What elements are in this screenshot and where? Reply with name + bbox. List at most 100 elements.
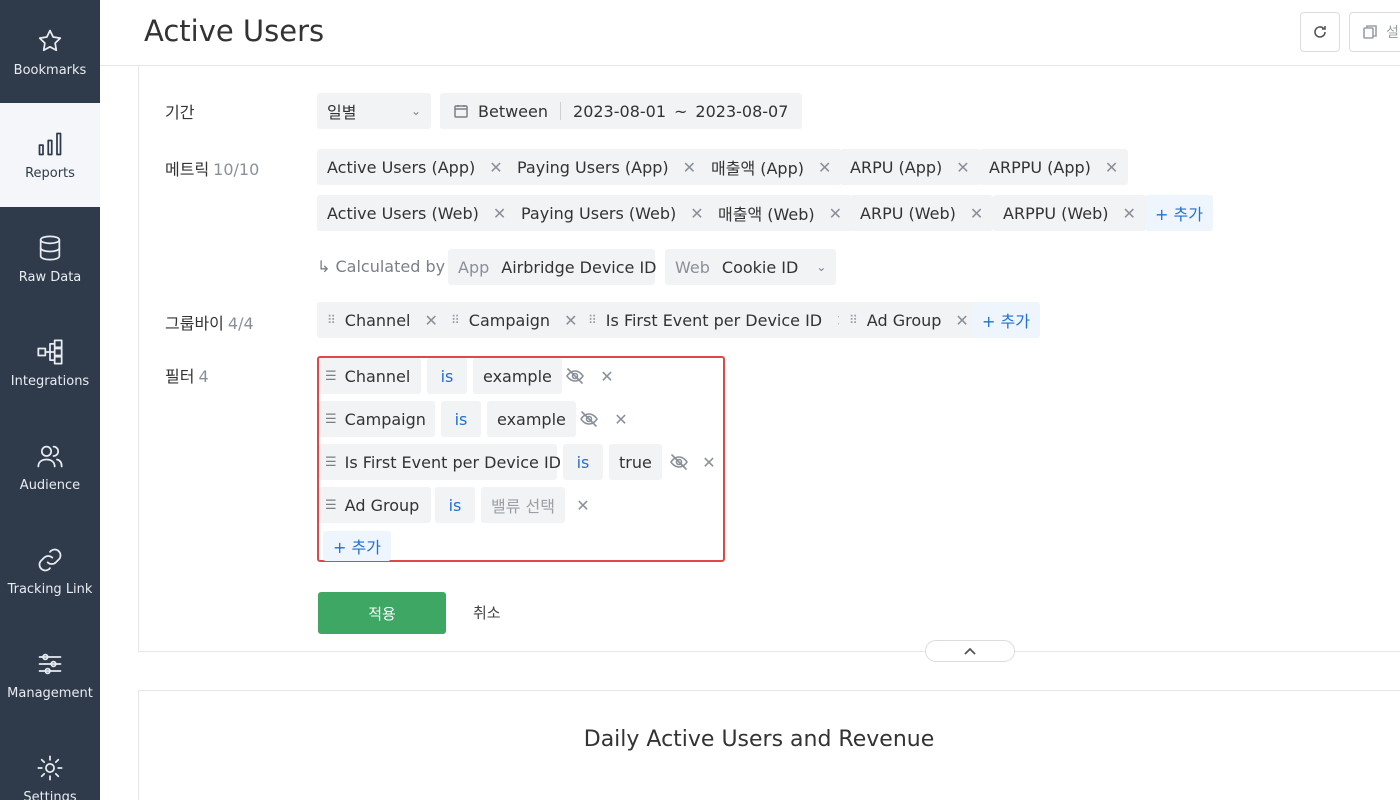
close-icon[interactable]: ✕ <box>970 204 983 223</box>
query-config-panel: 기간 일별 ⌄ Between 2023-08-01 ~ 2023-08-07 … <box>138 66 1400 662</box>
chevron-down-icon: ⌄ <box>410 104 421 118</box>
metric-chip[interactable]: Paying Users (App) ✕ <box>507 149 707 185</box>
granularity-value: 일별 <box>327 103 357 122</box>
metric-chip[interactable]: ARPU (Web) ✕ <box>850 195 994 231</box>
date-start: 2023-08-01 <box>573 101 666 121</box>
link-icon <box>38 548 62 571</box>
close-icon[interactable]: ✕ <box>956 158 969 177</box>
add-filter-button[interactable]: + 추가 <box>323 531 391 561</box>
filter-field[interactable]: ☰ Is First Event per Device ID <box>319 444 561 480</box>
group-by-count: 4/4 <box>227 314 254 333</box>
filter-icon: ☰ <box>325 454 337 470</box>
group-by-chip[interactable]: ⠿Is First Event per Device ID✕ <box>578 302 860 338</box>
app-id-select[interactable]: App Airbridge Device ID <box>448 249 657 285</box>
copy-icon <box>1363 25 1377 39</box>
drag-handle-icon[interactable]: ⠿ <box>588 313 597 327</box>
filter-operator[interactable]: is <box>441 401 481 437</box>
metric-chip[interactable]: Active Users (Web) ✕ <box>317 195 517 231</box>
sidebar-item-tracking-link[interactable]: Tracking Link <box>0 519 100 623</box>
eye-off-icon[interactable] <box>669 452 689 472</box>
close-icon[interactable]: ✕ <box>611 409 631 429</box>
close-icon[interactable]: ✕ <box>597 366 617 386</box>
filter-count: 4 <box>198 367 209 386</box>
date-end: 2023-08-07 <box>695 101 789 121</box>
filter-value[interactable]: example <box>487 401 576 437</box>
filter-field[interactable]: ☰ Channel <box>319 358 421 394</box>
metric-chip[interactable]: ARPPU (Web) ✕ <box>993 195 1146 231</box>
close-icon[interactable]: ✕ <box>829 204 842 223</box>
sidebar-item-settings[interactable]: Settings <box>0 727 100 800</box>
filter-label: 필터 4 <box>165 367 209 386</box>
drag-handle-icon[interactable]: ⠿ <box>451 313 460 327</box>
collapse-button[interactable] <box>925 640 1015 662</box>
date-range-picker[interactable]: Between 2023-08-01 ~ 2023-08-07 <box>440 93 803 129</box>
add-group-by-button[interactable]: + 추가 <box>972 302 1040 338</box>
close-icon[interactable]: ✕ <box>818 158 831 177</box>
filter-operator[interactable]: is <box>435 487 475 523</box>
sidebar-item-audience[interactable]: Audience <box>0 415 100 519</box>
filter-value[interactable]: true <box>609 444 662 480</box>
drag-handle-icon[interactable]: ⠿ <box>327 313 336 327</box>
metric-chip[interactable]: 매출액 (Web) ✕ <box>708 195 853 231</box>
sidebar-item-integrations[interactable]: Integrations <box>0 311 100 415</box>
date-range-separator: ~ <box>674 101 688 121</box>
close-icon[interactable]: ✕ <box>699 452 719 472</box>
sidebar-item-label: Integrations <box>10 373 90 389</box>
filter-value[interactable]: example <box>473 358 562 394</box>
apply-button[interactable]: 적용 <box>318 592 446 634</box>
sidebar-item-raw-data[interactable]: Raw Data <box>0 207 100 311</box>
drag-handle-icon[interactable]: ⠿ <box>849 313 858 327</box>
filter-icon: ☰ <box>325 497 337 513</box>
web-id-select[interactable]: Web Cookie ID ⌄ <box>665 249 837 285</box>
filter-field[interactable]: ☰ Ad Group <box>319 487 431 523</box>
chevron-up-icon <box>964 647 976 655</box>
sidebar-item-management[interactable]: Management <box>0 623 100 727</box>
close-icon[interactable]: ✕ <box>1105 158 1118 177</box>
group-by-chip[interactable]: ⠿ Campaign ✕ <box>441 302 588 338</box>
integrations-icon <box>37 338 63 365</box>
star-icon <box>38 29 62 51</box>
filter-operator[interactable]: is <box>563 444 603 480</box>
add-metric-button[interactable]: + 추가 <box>1145 195 1213 231</box>
metric-chip[interactable]: Active Users (App) ✕ <box>317 149 513 185</box>
close-icon[interactable]: ✕ <box>493 204 506 223</box>
close-icon[interactable]: ✕ <box>683 158 696 177</box>
eye-off-icon[interactable] <box>579 409 599 429</box>
metric-chip[interactable]: ARPPU (App) ✕ <box>979 149 1129 185</box>
sidebar-item-reports[interactable]: Reports <box>0 103 100 207</box>
save-button[interactable]: 설 <box>1349 12 1400 52</box>
close-icon[interactable]: ✕ <box>424 311 437 330</box>
metrics-label: 메트릭 10/10 <box>165 160 260 179</box>
close-icon[interactable]: ✕ <box>1123 204 1136 223</box>
filter-group: ☰ Channel is example ✕ ☰ Campaign is examp… <box>317 356 725 562</box>
filter-value-select[interactable]: 밸류 선택 <box>481 487 565 523</box>
metric-chip[interactable]: ARPU (App) ✕ <box>840 149 980 185</box>
group-by-chip[interactable]: ⠿ Channel ✕ <box>317 302 448 338</box>
chart-panel: Daily Active Users and Revenue <box>138 690 1400 800</box>
refresh-icon <box>1314 26 1326 38</box>
group-by-chip[interactable]: ⠿ Ad Group ✕ <box>839 302 979 338</box>
sidebar-item-label: Reports <box>25 165 75 181</box>
page-header: Active Users 설 <box>100 0 1400 66</box>
gear-icon <box>37 754 63 781</box>
period-label: 기간 <box>165 103 195 122</box>
filter-operator[interactable]: is <box>427 358 467 394</box>
granularity-select[interactable]: 일별 ⌄ <box>317 93 431 129</box>
metric-chip[interactable]: 매출액 (App) ✕ <box>701 149 842 185</box>
close-icon[interactable]: ✕ <box>573 495 593 515</box>
close-icon[interactable]: ✕ <box>955 311 968 330</box>
refresh-button[interactable] <box>1300 12 1340 52</box>
close-icon[interactable]: ✕ <box>690 204 703 223</box>
sidebar-item-bookmarks[interactable]: Bookmarks <box>0 0 100 104</box>
chevron-down-icon: ⌄ <box>816 260 827 274</box>
filter-field[interactable]: ☰ Campaign <box>319 401 435 437</box>
metric-chip[interactable]: Paying Users (Web) ✕ <box>511 195 714 231</box>
sidebar: Bookmarks Reports Raw Data Integrations … <box>0 0 100 800</box>
sidebar-item-label: Raw Data <box>18 269 82 285</box>
close-icon[interactable]: ✕ <box>489 158 502 177</box>
close-icon[interactable]: ✕ <box>564 311 577 330</box>
eye-off-icon[interactable] <box>565 366 585 386</box>
web-id-value: Cookie ID <box>721 257 799 277</box>
bar-chart-icon <box>38 132 62 155</box>
cancel-button[interactable]: 취소 <box>473 602 501 623</box>
